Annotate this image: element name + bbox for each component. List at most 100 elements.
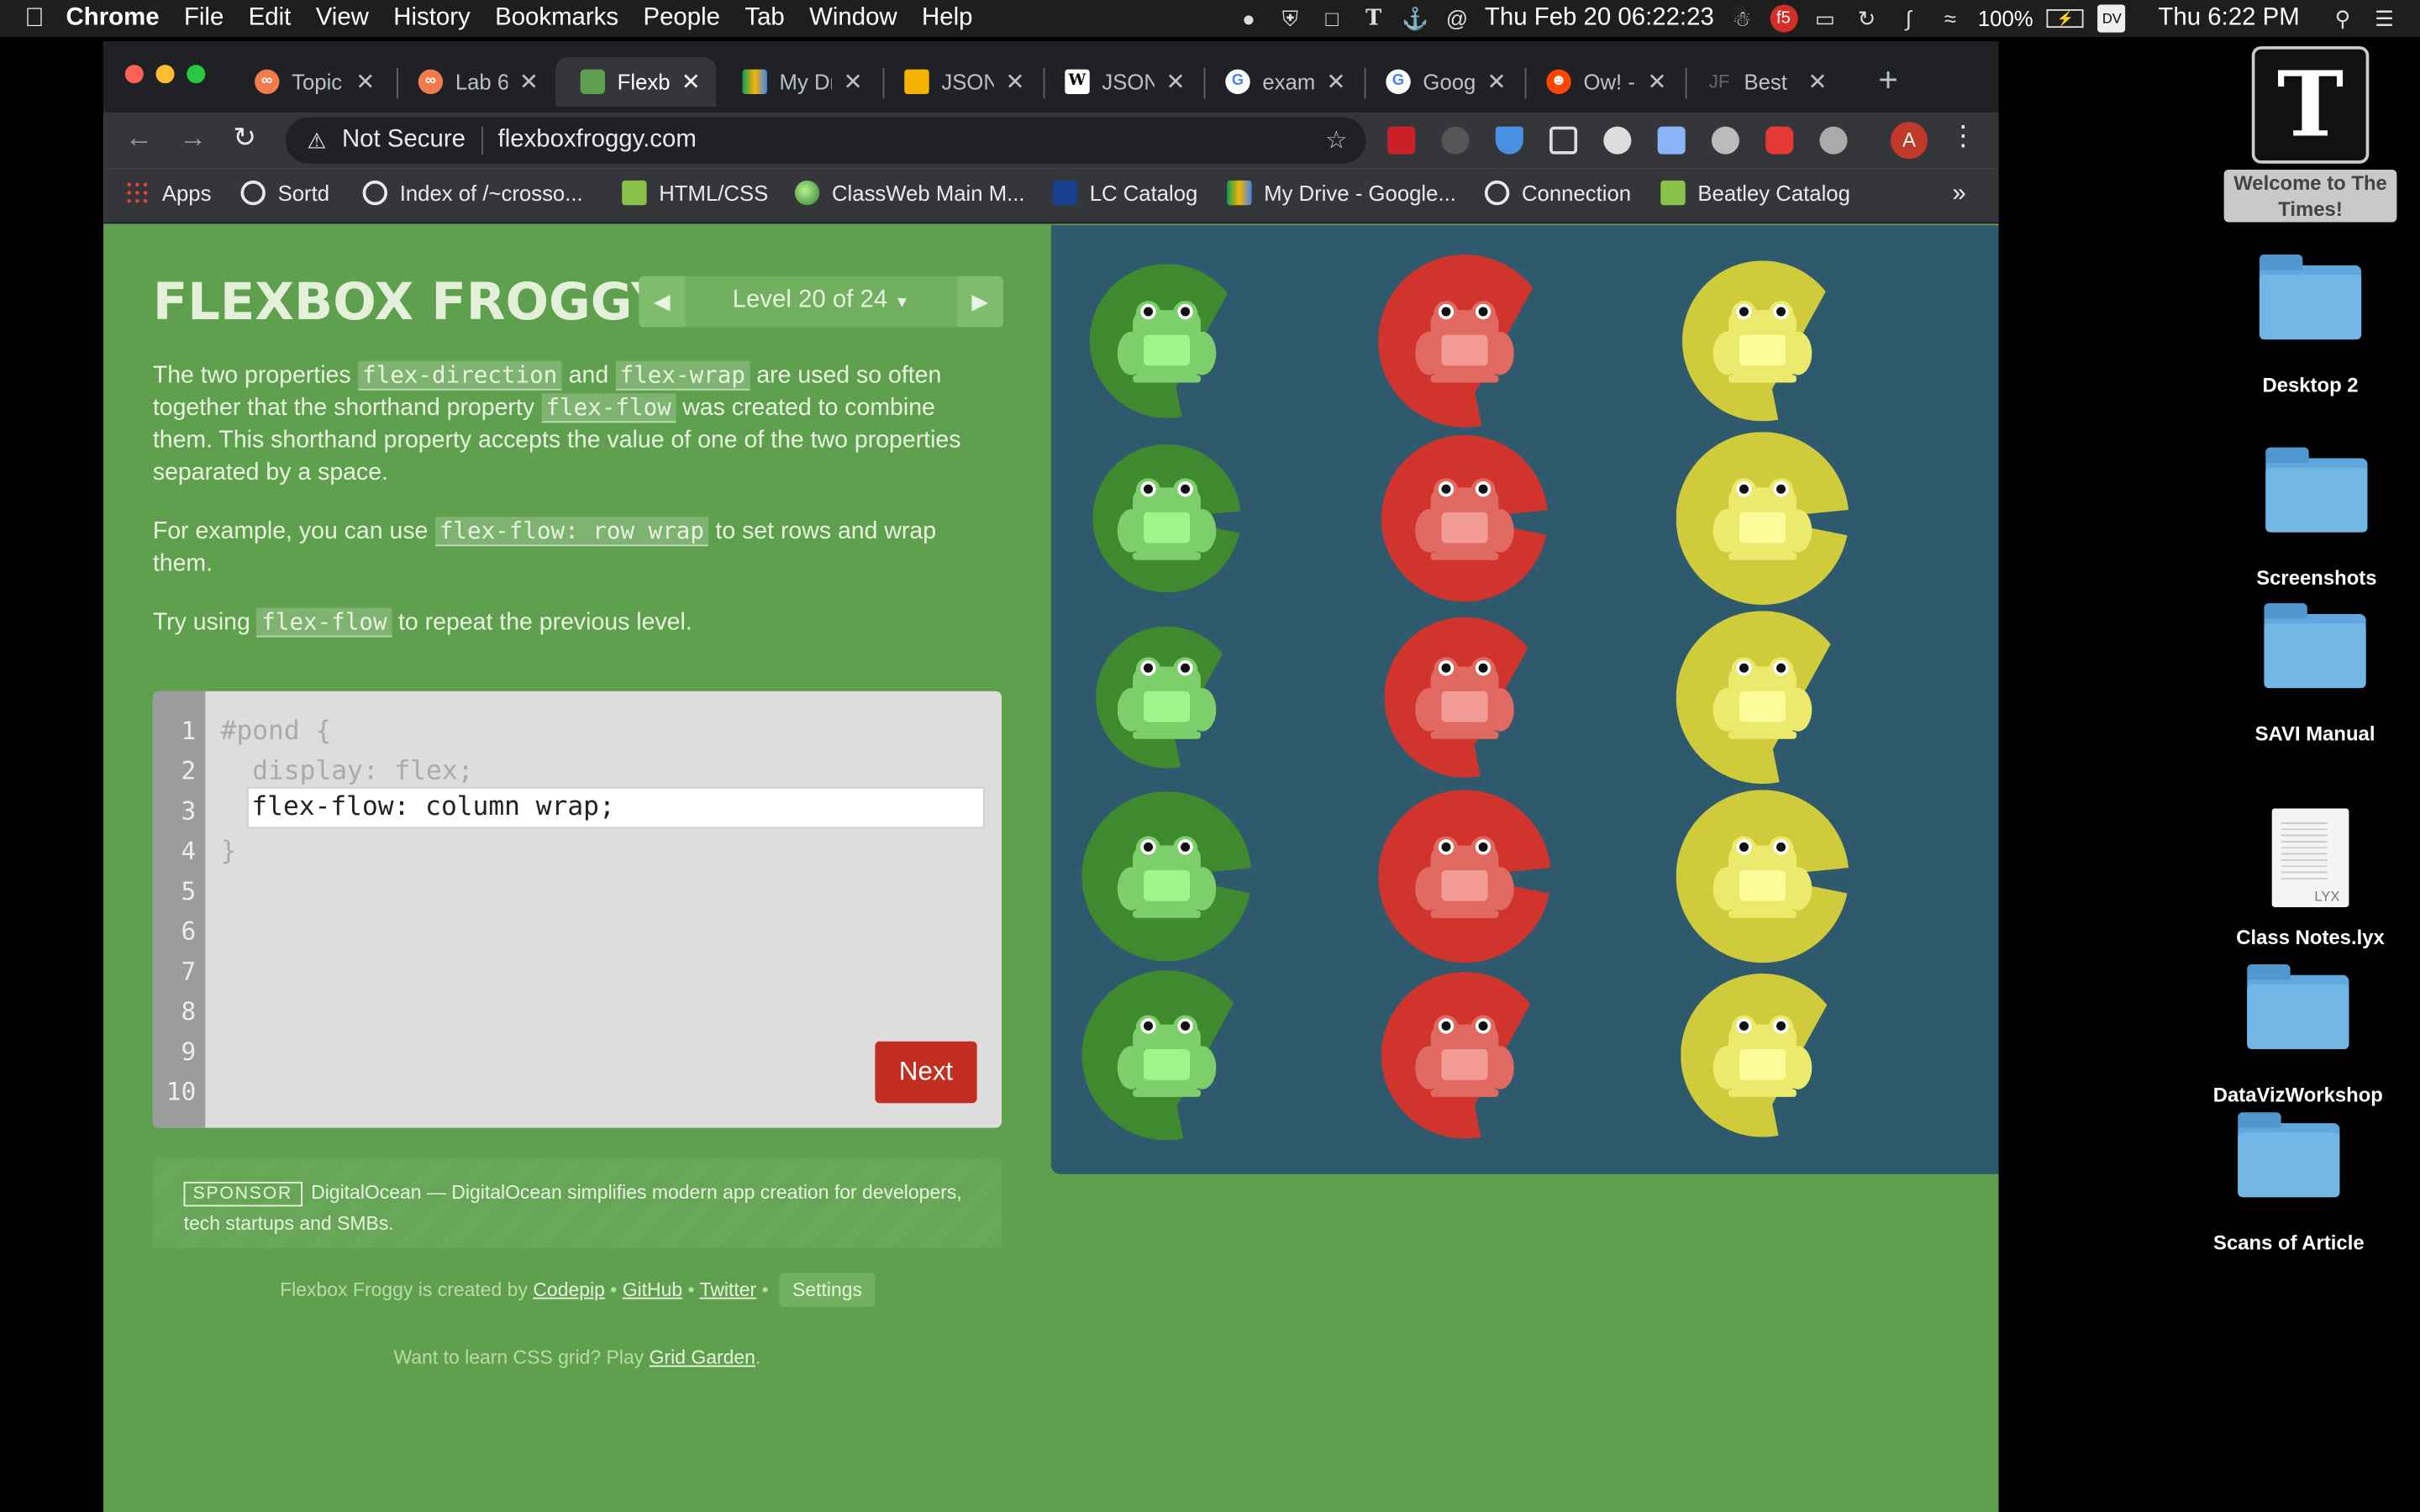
next-level-button[interactable]: ▶ <box>956 276 1003 328</box>
picture-in-picture-icon[interactable] <box>1549 126 1578 155</box>
close-tab-icon[interactable]: ✕ <box>1648 68 1667 96</box>
twitter-link[interactable]: Twitter <box>700 1279 757 1301</box>
close-tab-icon[interactable]: ✕ <box>681 68 701 96</box>
status-bubble-icon[interactable]: ● <box>1234 5 1262 33</box>
menubar-timestamp[interactable]: Thu Feb 20 06:22:23 <box>1485 5 1714 33</box>
warning-icon[interactable]: ⚠ <box>308 128 327 154</box>
menu-file[interactable]: File <box>184 5 224 33</box>
bookmark-index[interactable]: Index of /~crosso... <box>362 180 583 206</box>
close-tab-icon[interactable]: ✕ <box>519 68 539 96</box>
tab-example-google[interactable]: G examp ✕ <box>1201 57 1361 107</box>
airplay-icon[interactable]: ▭ <box>1812 5 1839 33</box>
close-tab-icon[interactable]: ✕ <box>1005 68 1024 96</box>
desktop-item-nyt[interactable]: T Welcome to The Times! <box>2202 46 2418 223</box>
menu-window[interactable]: Window <box>809 5 897 33</box>
bookmark-lc-catalog[interactable]: LC Catalog <box>1052 180 1197 206</box>
chat-icon[interactable] <box>1711 126 1739 155</box>
lastpass-icon[interactable] <box>1387 126 1416 155</box>
tab-reddit[interactable]: ☻ Ow! - ✕ <box>1522 57 1682 107</box>
menu-edit[interactable]: Edit <box>249 5 292 33</box>
desktop-item-scans[interactable]: Scans of Article <box>2181 1112 2396 1254</box>
app-menu[interactable]: Chrome <box>66 5 160 33</box>
css-answer-input[interactable]: flex-flow: column wrap; <box>246 786 985 829</box>
shield-icon[interactable]: ⛨ <box>1276 5 1304 33</box>
tab-my-drive[interactable]: My Dr ✕ <box>718 57 878 107</box>
desktop-item-screenshots[interactable]: Screenshots <box>2208 447 2420 590</box>
menu-tab[interactable]: Tab <box>744 5 784 33</box>
desktop-item-savi-manual[interactable]: SAVI Manual <box>2207 603 2420 745</box>
security-status[interactable]: Not Secure <box>342 127 466 155</box>
close-tab-icon[interactable]: ✕ <box>844 68 863 96</box>
forward-icon[interactable]: → <box>179 122 207 155</box>
tab-best[interactable]: JF Best ✕ <box>1682 57 1843 107</box>
bookmark-html-css[interactable]: HTML/CSS <box>622 180 768 206</box>
menu-history[interactable]: History <box>393 5 470 33</box>
close-tab-icon[interactable]: ✕ <box>355 68 375 96</box>
menu-help[interactable]: Help <box>922 5 972 33</box>
menu-view[interactable]: View <box>316 5 369 33</box>
search-icon[interactable]: ⚲ <box>2329 5 2357 33</box>
f5-icon[interactable]: f5 <box>1769 4 1797 33</box>
at-icon[interactable]: @ <box>1443 5 1470 33</box>
battery-icon[interactable]: ⚡ <box>2047 9 2085 29</box>
menu-bookmarks[interactable]: Bookmarks <box>495 5 618 33</box>
tab-google[interactable]: G Goog ✕ <box>1361 57 1522 107</box>
sponsor-banner[interactable]: SPONSOR DigitalOcean — DigitalOcean simpl… <box>152 1158 1002 1248</box>
youtube-icon[interactable] <box>1765 126 1794 155</box>
tab-json-wikipedia[interactable]: W JSON ✕ <box>1040 57 1201 107</box>
new-tab-button[interactable]: + <box>1878 60 1898 101</box>
menubar-clock[interactable]: Thu 6:22 PM <box>2158 5 2299 33</box>
level-select[interactable]: Level 20 of 24 ▼ <box>685 287 956 315</box>
squirrel-icon[interactable] <box>1441 126 1470 155</box>
tab-flexbox-froggy[interactable]: Flexbox ✕ <box>555 56 717 107</box>
bookmark-apps[interactable]: Apps <box>124 180 211 206</box>
gem-icon[interactable] <box>1495 126 1523 155</box>
bookmark-connection[interactable]: Connection <box>1484 180 1631 206</box>
bookmark-beatley[interactable]: Beatley Catalog <box>1660 180 1850 206</box>
close-tab-icon[interactable]: ✕ <box>1165 68 1185 96</box>
profile-avatar[interactable]: A <box>1890 122 1928 160</box>
bookmark-star-icon[interactable]: ☆ <box>1325 125 1347 156</box>
address-bar[interactable]: ⚠ Not Secure flexboxfroggy.com ☆ <box>285 117 1366 164</box>
bookmarks-overflow-button[interactable]: » <box>1952 181 1965 208</box>
notification-center-icon[interactable]: ☰ <box>2370 5 2398 33</box>
github-link[interactable]: GitHub <box>623 1279 682 1301</box>
menu-people[interactable]: People <box>643 5 720 33</box>
settings-button[interactable]: Settings <box>780 1273 875 1307</box>
bookmark-my-drive[interactable]: My Drive - Google... <box>1227 180 1456 206</box>
bookmark-icon[interactable]: □ <box>1318 5 1346 33</box>
nyt-icon[interactable]: T <box>1360 5 1387 33</box>
settings-gear-icon[interactable] <box>1819 126 1848 155</box>
desktop-item-class-notes[interactable]: LYX Class Notes.lyx <box>2202 808 2418 949</box>
grid-garden-link[interactable]: Grid Garden <box>650 1347 755 1368</box>
running-icon[interactable]: ☃ <box>1728 5 1755 33</box>
close-tab-icon[interactable]: ✕ <box>1487 68 1507 96</box>
codepip-link[interactable]: Codepip <box>533 1279 605 1301</box>
close-tab-icon[interactable]: ✕ <box>1327 68 1346 96</box>
url-text[interactable]: flexboxfroggy.com <box>498 127 697 155</box>
wifi-icon[interactable]: ≈ <box>1936 5 1964 33</box>
desktop-item-dataviz[interactable]: DataVizWorkshop <box>2190 963 2406 1106</box>
zoom-window-button[interactable] <box>187 65 206 84</box>
previous-level-button[interactable]: ◀ <box>639 276 686 328</box>
back-icon[interactable]: ← <box>125 122 153 155</box>
docs-icon[interactable] <box>1657 126 1686 155</box>
time-machine-icon[interactable]: ↻ <box>1853 5 1881 33</box>
bluetooth-icon[interactable]: ∫ <box>1895 5 1923 33</box>
reload-icon[interactable]: ↻ <box>233 122 256 155</box>
menu-kebab-icon[interactable]: ⋮ <box>1949 120 1977 153</box>
close-window-button[interactable] <box>124 65 144 84</box>
bookmark-classweb[interactable]: ClassWeb Main M... <box>794 180 1025 206</box>
tab-topic[interactable]: ∞ Topic ✕ <box>230 57 391 107</box>
docker-icon[interactable]: ⚓ <box>1402 5 1429 33</box>
minimize-window-button[interactable] <box>155 65 175 84</box>
apple-icon[interactable]:  <box>24 3 44 34</box>
close-tab-icon[interactable]: ✕ <box>1808 68 1828 96</box>
dv-icon[interactable]: DV <box>2097 4 2126 33</box>
desktop-item-desktop-2[interactable]: Desktop 2 <box>2202 255 2418 396</box>
tab-lab6[interactable]: ∞ Lab 6 ✕ <box>393 57 554 107</box>
next-button[interactable]: Next <box>875 1041 977 1104</box>
tab-json-slides[interactable]: JSON ✕ <box>880 57 1040 107</box>
battery-percent[interactable]: 100% <box>1978 6 2033 30</box>
bookmark-sortd[interactable]: Sortd <box>240 180 329 206</box>
